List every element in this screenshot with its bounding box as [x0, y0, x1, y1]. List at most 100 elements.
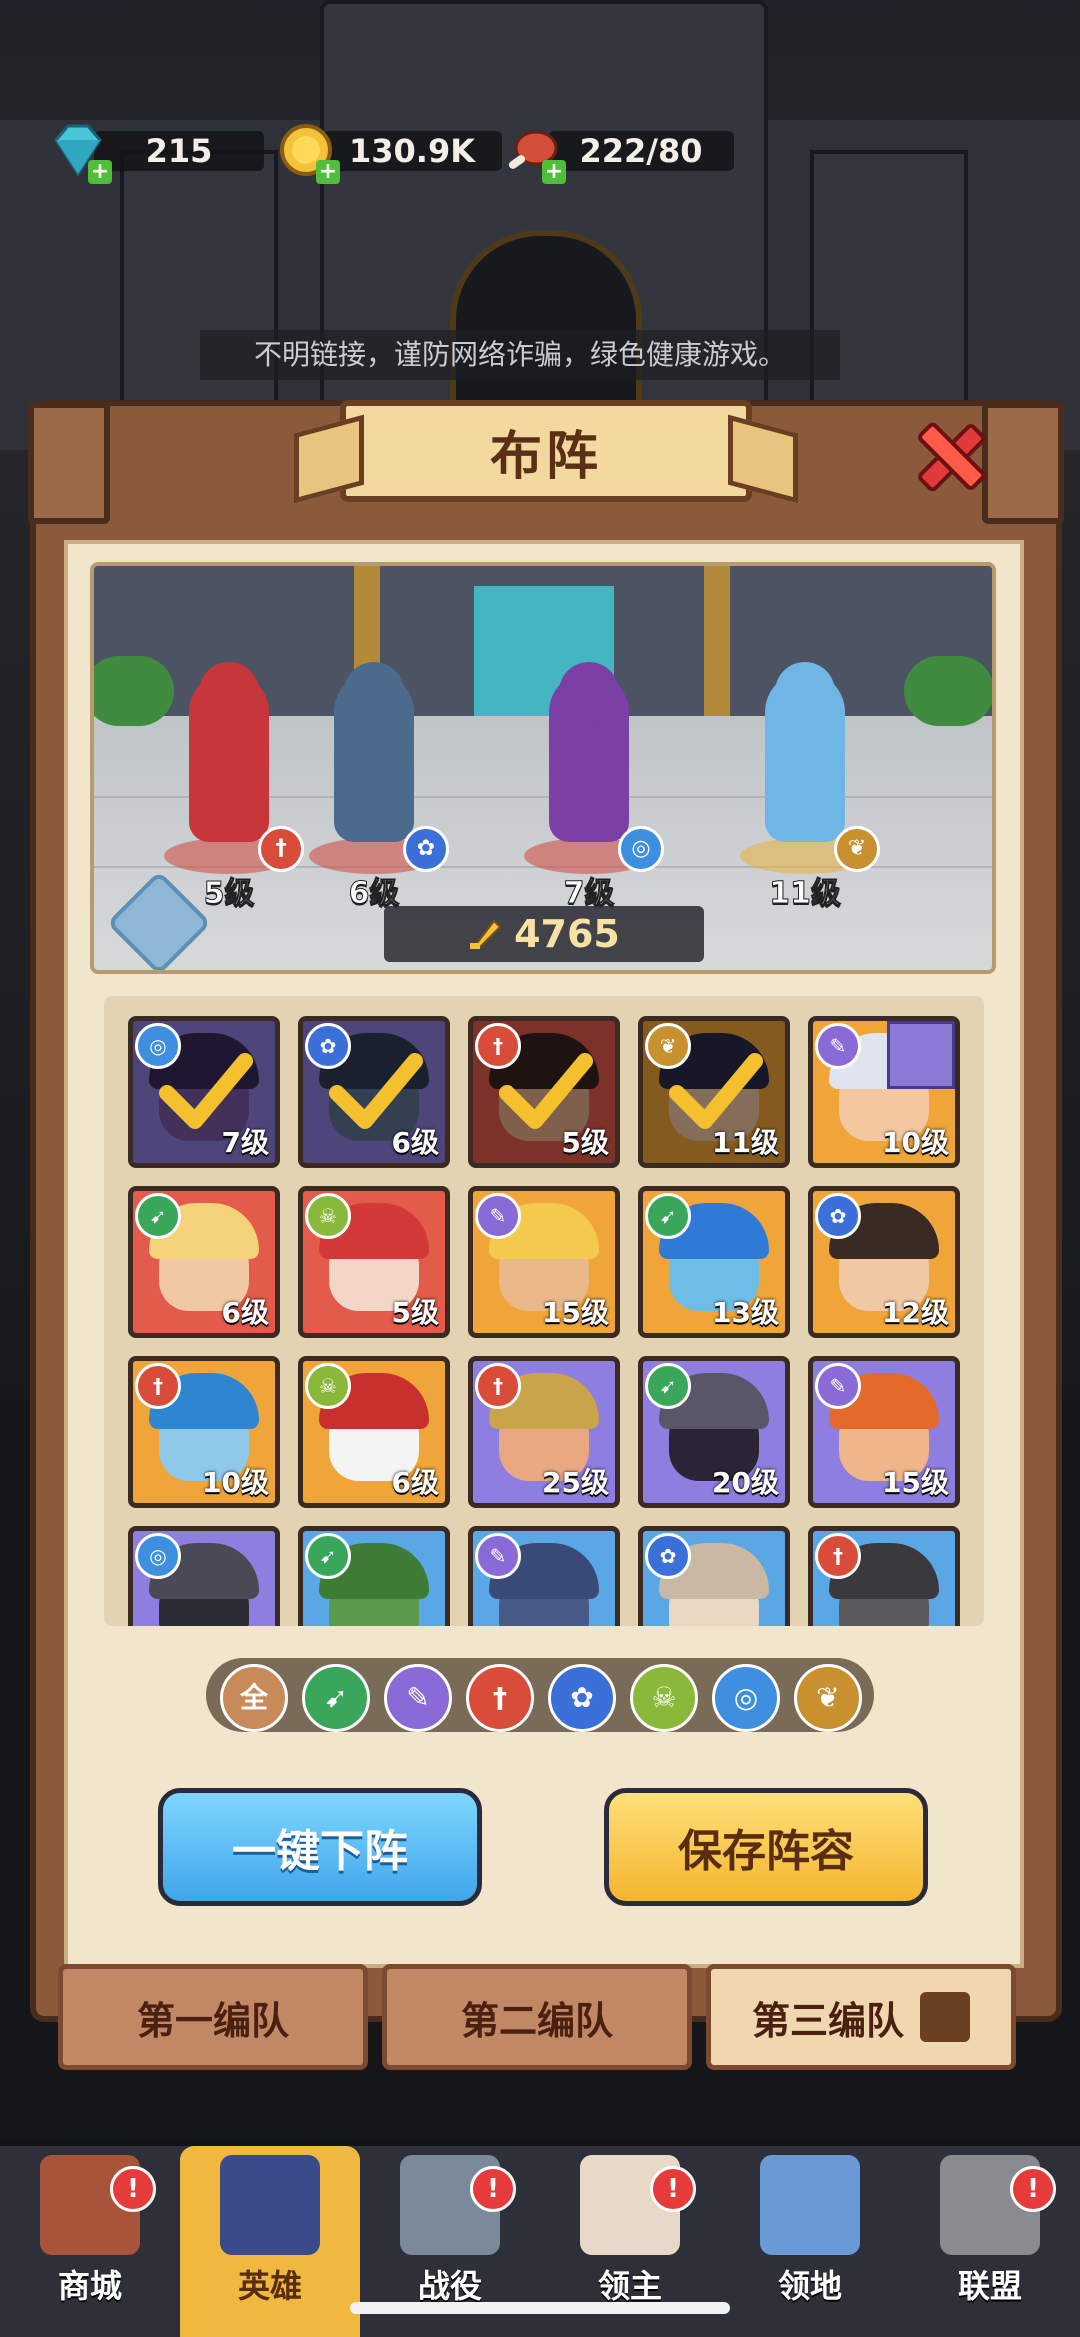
hero-card[interactable]: ➹ 20级 [638, 1356, 790, 1508]
warrior-class-icon: † [135, 1363, 181, 1409]
hero-card[interactable]: ✿ 6级 [298, 1016, 450, 1168]
hero-card[interactable]: ◎ [128, 1526, 280, 1626]
panel-post-right [982, 402, 1064, 524]
nav-shop[interactable]: 商城! [0, 2146, 180, 2337]
beast-class-icon: ✿ [403, 826, 449, 872]
ranger-class-icon: ➹ [645, 1363, 691, 1409]
add-gems-icon[interactable]: + [88, 160, 112, 184]
stamina-count: 222/80 [548, 131, 734, 171]
power-sword-icon [470, 919, 502, 949]
equipped-weapon-icon [887, 1021, 955, 1089]
hero-card[interactable]: ◎ 7级 [128, 1016, 280, 1168]
resource-stamina[interactable]: 222/80 + [508, 128, 734, 184]
hero-card[interactable]: ➹ 13级 [638, 1186, 790, 1338]
hero-level: 13级 [712, 1296, 779, 1329]
skull-class-icon: ☠ [305, 1193, 351, 1239]
hero-level: 25级 [542, 1466, 609, 1499]
filter-ranger-icon[interactable]: ➹ [302, 1664, 370, 1732]
hero-head [199, 662, 259, 722]
beast-class-icon: ✿ [815, 1193, 861, 1239]
hero-card[interactable]: ✎ 10级 [808, 1016, 960, 1168]
warrior-class-icon: † [815, 1533, 861, 1579]
hero-card[interactable]: ✿ 12级 [808, 1186, 960, 1338]
hero-level: 7级 [221, 1126, 269, 1159]
ranger-class-icon: ➹ [645, 1193, 691, 1239]
tab-team-1[interactable]: 第一编队 [58, 1964, 368, 2070]
hero-head [775, 662, 835, 722]
skull-class-icon: ☠ [305, 1363, 351, 1409]
lineup-slot-4[interactable]: ❦ 11级 [730, 662, 880, 912]
mage-class-icon: ✎ [475, 1533, 521, 1579]
hero-card[interactable]: ✎ 15级 [468, 1186, 620, 1338]
filter-mage-icon[interactable]: ✎ [384, 1664, 452, 1732]
lineup-slot-1[interactable]: † 5级 [154, 662, 304, 912]
resource-gold[interactable]: 130.9K + [280, 124, 502, 184]
filter-all-button[interactable]: 全 [220, 1664, 288, 1732]
add-gold-icon[interactable]: + [316, 160, 340, 184]
hero-card[interactable]: ✎ 15级 [808, 1356, 960, 1508]
nav-label: 英雄 [237, 2267, 302, 2305]
hero-head [559, 662, 619, 722]
hero-level: 10级 [882, 1126, 949, 1159]
hero-level: 6级 [221, 1296, 269, 1329]
nav-label: 战役 [417, 2267, 482, 2305]
filter-beast-icon[interactable]: ✿ [548, 1664, 616, 1732]
hero-card[interactable]: ☠ 5级 [298, 1186, 450, 1338]
hero-level: 5级 [561, 1126, 609, 1159]
hero-level: 15级 [542, 1296, 609, 1329]
gold-count: 130.9K [322, 131, 502, 171]
tab-team-2[interactable]: 第二编队 [382, 1964, 692, 2070]
hero-card[interactable]: † 10级 [128, 1356, 280, 1508]
hero-card[interactable]: ✎ [468, 1526, 620, 1626]
spiral-class-icon: ◎ [618, 826, 664, 872]
ranger-class-icon: ➹ [305, 1533, 351, 1579]
warrior-class-icon: † [258, 826, 304, 872]
filter-warrior-icon[interactable]: † [466, 1664, 534, 1732]
rename-pen-icon[interactable] [920, 1992, 970, 2042]
panel-title: 布阵 [489, 426, 602, 487]
close-icon[interactable] [912, 418, 990, 496]
save-lineup-button[interactable]: 保存阵容 [604, 1788, 928, 1906]
hero-card[interactable]: ☠ 6级 [298, 1356, 450, 1508]
territory-castle-icon [760, 2155, 860, 2255]
hero-level: 12级 [882, 1296, 949, 1329]
unequip-all-button[interactable]: 一键下阵 [158, 1788, 482, 1906]
formation-preview-scene: † 5级 ✿ 6级 ◎ 7级 ❦ 11级 4765 [90, 562, 996, 974]
filter-skull-icon[interactable]: ☠ [630, 1664, 698, 1732]
lineup-slot-2[interactable]: ✿ 6级 [299, 662, 449, 912]
lineup-level: 11级 [769, 876, 842, 912]
filter-spiral-icon[interactable]: ◎ [712, 1664, 780, 1732]
hero-roster[interactable]: ◎ 7级 ✿ 6级 † 5级 ❦ 11级 ✎ 10级 ➹ 6级 ☠ 5级 ✎ 15级 ➹ 13级 ✿ 12级 † 10级 ☠… [104, 996, 984, 1626]
mage-class-icon: ✎ [815, 1023, 861, 1069]
hero-level: 15级 [882, 1466, 949, 1499]
nav-territory-castle[interactable]: 领地 [720, 2146, 900, 2337]
hero-card[interactable]: ➹ [298, 1526, 450, 1626]
mage-class-icon: ✎ [475, 1193, 521, 1239]
hero-level: 6级 [391, 1126, 439, 1159]
hero-head [344, 662, 404, 722]
home-indicator[interactable] [350, 2302, 730, 2314]
power-value: 4765 [514, 912, 620, 956]
anti-fraud-notice: 不明链接，谨防网络诈骗，绿色健康游戏。 [200, 330, 840, 380]
filter-wing-icon[interactable]: ❦ [794, 1664, 862, 1732]
panel-post-left [28, 402, 110, 524]
gem-count: 215 [94, 131, 264, 171]
scene-bush [904, 656, 992, 726]
hero-card[interactable]: ❦ 11级 [638, 1016, 790, 1168]
spiral-class-icon: ◎ [135, 1533, 181, 1579]
hero-cards-icon [220, 2155, 320, 2255]
hero-card[interactable]: ➹ 6级 [128, 1186, 280, 1338]
nav-hero-cards[interactable]: 英雄 [180, 2146, 360, 2337]
add-stamina-icon[interactable]: + [542, 160, 566, 184]
hero-card[interactable]: † 25级 [468, 1356, 620, 1508]
nav-alliance-helmet[interactable]: 联盟! [900, 2146, 1080, 2337]
tab-team-3[interactable]: 第三编队 [706, 1964, 1016, 2070]
resource-gems[interactable]: 215 + [54, 124, 264, 184]
lineup-slot-3[interactable]: ◎ 7级 [514, 662, 664, 912]
alert-badge-icon: ! [650, 2166, 696, 2212]
hero-card[interactable]: † 5级 [468, 1016, 620, 1168]
hero-card[interactable]: ✿ [638, 1526, 790, 1626]
tab-label: 第一编队 [136, 1998, 289, 2043]
hero-card[interactable]: † [808, 1526, 960, 1626]
alert-badge-icon: ! [110, 2166, 156, 2212]
